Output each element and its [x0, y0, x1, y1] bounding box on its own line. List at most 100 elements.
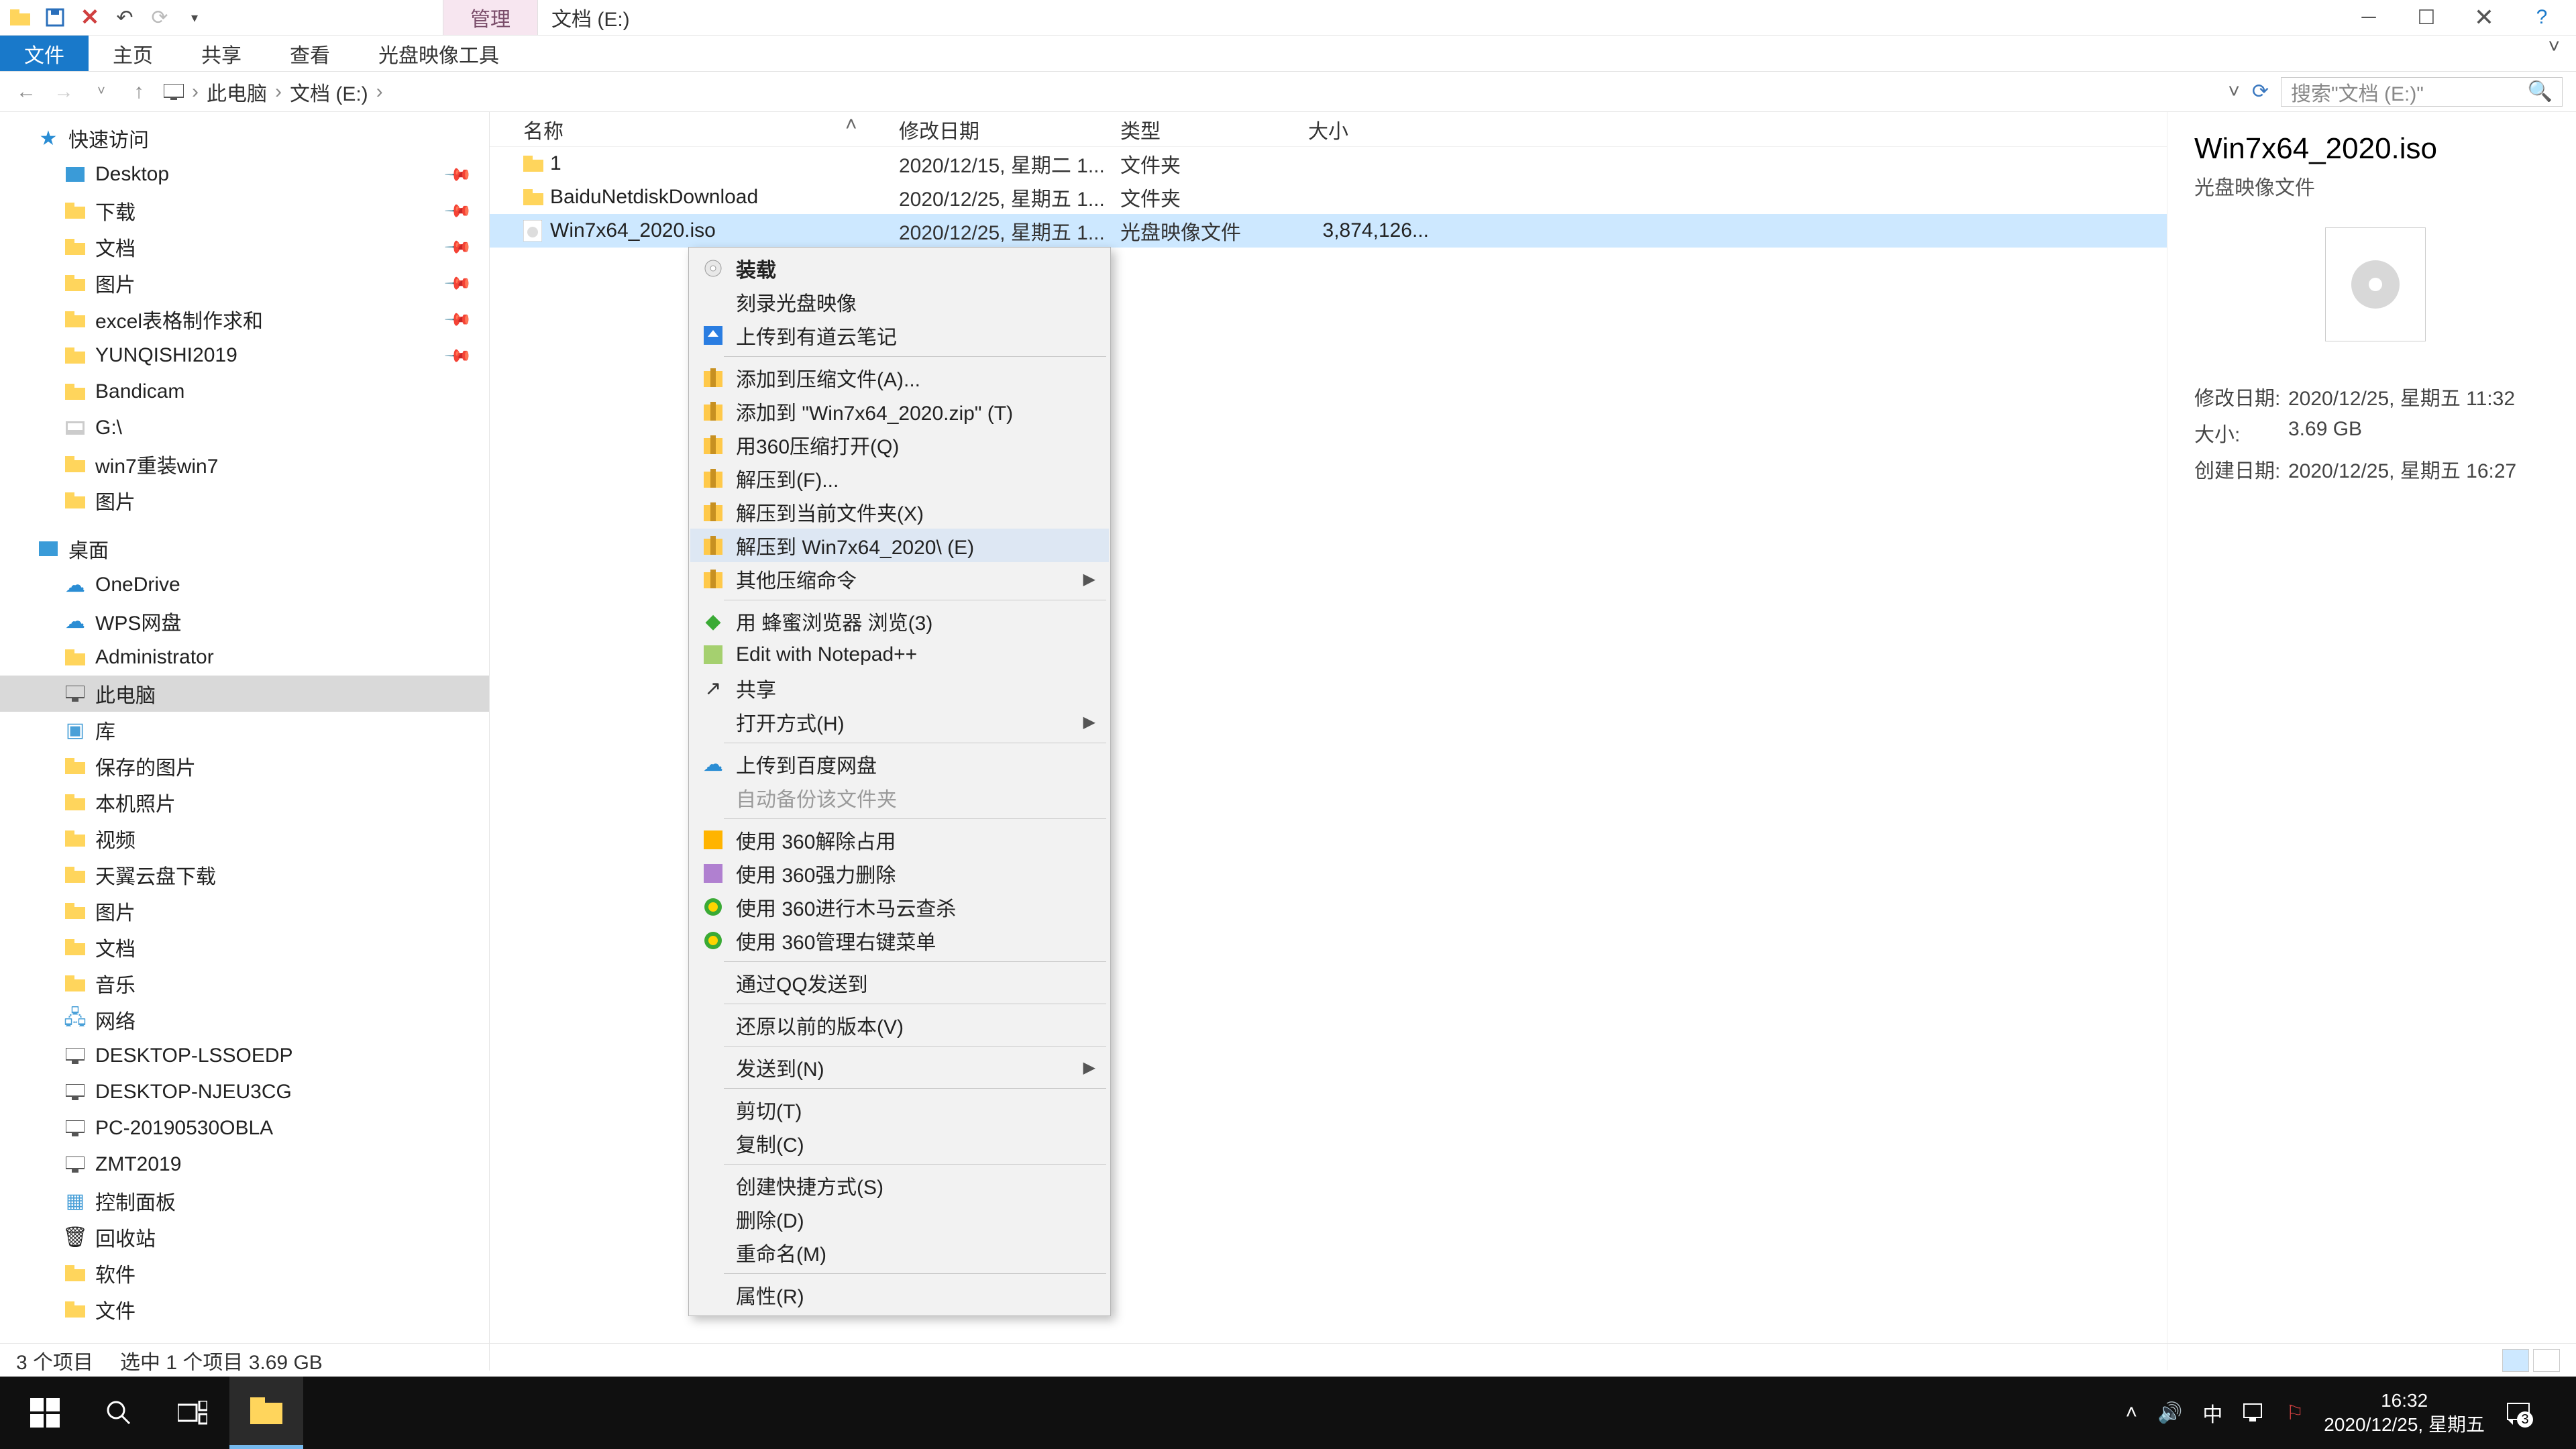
- context-menu-item[interactable]: Edit with Notepad++: [690, 638, 1109, 672]
- view-details-button[interactable]: [2502, 1349, 2529, 1372]
- sidebar-item[interactable]: ☁OneDrive: [0, 567, 489, 603]
- sidebar-desktop-root[interactable]: 桌面: [0, 531, 489, 567]
- sidebar-item[interactable]: excel表格制作求和📌: [0, 301, 489, 337]
- addr-dropdown-icon[interactable]: ˅: [2228, 80, 2240, 103]
- ribbon-tab-view[interactable]: 查看: [266, 36, 354, 71]
- ribbon-tab-disc-tools[interactable]: 光盘映像工具: [354, 36, 523, 71]
- context-menu-item[interactable]: 重命名(M): [690, 1236, 1109, 1269]
- context-menu-item[interactable]: 剪切(T): [690, 1093, 1109, 1126]
- sidebar-item[interactable]: YUNQISHI2019📌: [0, 337, 489, 374]
- sidebar-item[interactable]: ZMT2019: [0, 1146, 489, 1183]
- sidebar-item[interactable]: 音乐: [0, 965, 489, 1002]
- network-icon[interactable]: [2243, 1403, 2265, 1423]
- context-menu-item[interactable]: 属性(R): [690, 1278, 1109, 1311]
- breadcrumb[interactable]: › 此电脑 › 文档 (E:) ›: [164, 77, 2216, 107]
- sidebar-item[interactable]: 图片: [0, 482, 489, 519]
- minimize-button[interactable]: ─: [2353, 7, 2384, 28]
- sidebar-item[interactable]: 本机照片: [0, 784, 489, 820]
- qat-dropdown-icon[interactable]: ▾: [182, 5, 207, 30]
- breadcrumb-pc[interactable]: 此电脑: [207, 77, 267, 107]
- refresh-icon[interactable]: ⟳: [2252, 80, 2269, 103]
- sidebar-item[interactable]: DESKTOP-NJEU3CG: [0, 1074, 489, 1110]
- context-menu-item[interactable]: 添加到压缩文件(A)...: [690, 361, 1109, 394]
- sidebar-item[interactable]: 🗑回收站: [0, 1219, 489, 1255]
- start-button[interactable]: [8, 1377, 82, 1449]
- context-menu-item[interactable]: 通过QQ发送到: [690, 966, 1109, 1000]
- ime-indicator[interactable]: 中: [2202, 1398, 2222, 1428]
- column-header-type[interactable]: 类型: [1120, 115, 1308, 144]
- task-view-button[interactable]: [156, 1377, 229, 1449]
- sidebar-item[interactable]: 软件: [0, 1255, 489, 1291]
- save-icon[interactable]: [43, 5, 67, 30]
- sidebar-item[interactable]: 图片: [0, 893, 489, 929]
- context-menu-item[interactable]: 上传到有道云笔记: [690, 319, 1109, 352]
- search-button[interactable]: [82, 1377, 156, 1449]
- sidebar-item[interactable]: ☁WPS网盘: [0, 603, 489, 639]
- sidebar-item[interactable]: 天翼云盘下载: [0, 857, 489, 893]
- volume-icon[interactable]: 🔊: [2157, 1401, 2182, 1425]
- file-row[interactable]: Win7x64_2020.iso2020/12/25, 星期五 1...光盘映像…: [490, 214, 2167, 248]
- redo-icon[interactable]: ⟳: [148, 5, 172, 30]
- tray-expand-icon[interactable]: ˄: [2126, 1401, 2138, 1424]
- context-menu-item[interactable]: ↗共享: [690, 672, 1109, 705]
- sidebar-item[interactable]: win7重装win7: [0, 446, 489, 482]
- sidebar-item[interactable]: Administrator: [0, 639, 489, 676]
- sidebar-item[interactable]: 保存的图片: [0, 748, 489, 784]
- view-icons-button[interactable]: [2533, 1349, 2560, 1372]
- nav-up-button[interactable]: ↑: [126, 79, 152, 105]
- ribbon-tab-file[interactable]: 文件: [0, 36, 89, 71]
- nav-forward-button[interactable]: →: [51, 79, 76, 105]
- sidebar-item[interactable]: PC-20190530OBLA: [0, 1110, 489, 1146]
- title-tab-manage[interactable]: 管理: [443, 0, 538, 35]
- taskbar-clock[interactable]: 16:32 2020/12/25, 星期五: [2324, 1389, 2485, 1438]
- sidebar-item[interactable]: 文件: [0, 1291, 489, 1328]
- nav-history-dropdown[interactable]: ˅: [89, 79, 114, 105]
- search-input[interactable]: 搜索"文档 (E:)" 🔍: [2281, 77, 2563, 107]
- sidebar-quick-access[interactable]: ★快速访问: [0, 120, 489, 156]
- explorer-taskbar-button[interactable]: [229, 1377, 303, 1449]
- context-menu-item[interactable]: ☁上传到百度网盘: [690, 747, 1109, 781]
- sidebar-item[interactable]: 🖧网络: [0, 1002, 489, 1038]
- context-menu-item[interactable]: 使用 360管理右键菜单: [690, 924, 1109, 957]
- sidebar-item[interactable]: G:\: [0, 410, 489, 446]
- context-menu-item[interactable]: 解压到当前文件夹(X): [690, 495, 1109, 529]
- context-menu-item[interactable]: 发送到(N)▶: [690, 1051, 1109, 1084]
- context-menu-item[interactable]: 添加到 "Win7x64_2020.zip" (T): [690, 394, 1109, 428]
- file-row[interactable]: BaiduNetdiskDownload2020/12/25, 星期五 1...…: [490, 180, 2167, 214]
- context-menu-item[interactable]: 使用 360进行木马云查杀: [690, 890, 1109, 924]
- ribbon-tab-share[interactable]: 共享: [177, 36, 266, 71]
- context-menu-item[interactable]: 打开方式(H)▶: [690, 705, 1109, 739]
- context-menu-item[interactable]: 使用 360强力删除: [690, 857, 1109, 890]
- context-menu-item[interactable]: 还原以前的版本(V): [690, 1008, 1109, 1042]
- ribbon-tab-home[interactable]: 主页: [89, 36, 177, 71]
- context-menu-item[interactable]: 刻录光盘映像: [690, 285, 1109, 319]
- sidebar-item[interactable]: 图片📌: [0, 265, 489, 301]
- sidebar-item[interactable]: ▦控制面板: [0, 1183, 489, 1219]
- search-icon[interactable]: 🔍: [2528, 80, 2553, 103]
- sidebar-item[interactable]: ▣库: [0, 712, 489, 748]
- context-menu-item[interactable]: 解压到 Win7x64_2020\ (E): [690, 529, 1109, 562]
- context-menu-item[interactable]: 装载: [690, 252, 1109, 285]
- nav-back-button[interactable]: ←: [13, 79, 39, 105]
- context-menu-item[interactable]: 删除(D): [690, 1202, 1109, 1236]
- context-menu-item[interactable]: 复制(C): [690, 1126, 1109, 1160]
- file-row[interactable]: 12020/12/15, 星期二 1...文件夹: [490, 147, 2167, 180]
- sidebar-item[interactable]: 下载📌: [0, 193, 489, 229]
- security-icon[interactable]: ⚐: [2286, 1401, 2304, 1425]
- column-header-name[interactable]: 名称: [523, 115, 899, 144]
- sidebar-item[interactable]: 文档📌: [0, 229, 489, 265]
- sidebar-item[interactable]: 文档: [0, 929, 489, 965]
- breadcrumb-drive[interactable]: 文档 (E:): [290, 77, 368, 107]
- close-button[interactable]: ✕: [2469, 7, 2500, 28]
- ribbon-expand-icon[interactable]: ˅: [2532, 36, 2576, 71]
- sidebar-item[interactable]: 视频: [0, 820, 489, 857]
- action-center-icon[interactable]: 3: [2505, 1399, 2532, 1426]
- delete-x-icon[interactable]: ✕: [78, 5, 102, 30]
- context-menu-item[interactable]: 用360压缩打开(Q): [690, 428, 1109, 462]
- column-header-size[interactable]: 大小: [1308, 115, 1442, 144]
- sidebar-item[interactable]: Bandicam: [0, 374, 489, 410]
- maximize-button[interactable]: ☐: [2411, 7, 2442, 28]
- context-menu-item[interactable]: 使用 360解除占用: [690, 823, 1109, 857]
- column-header-modified[interactable]: 修改日期: [899, 115, 1120, 144]
- sidebar-item[interactable]: 此电脑: [0, 676, 489, 712]
